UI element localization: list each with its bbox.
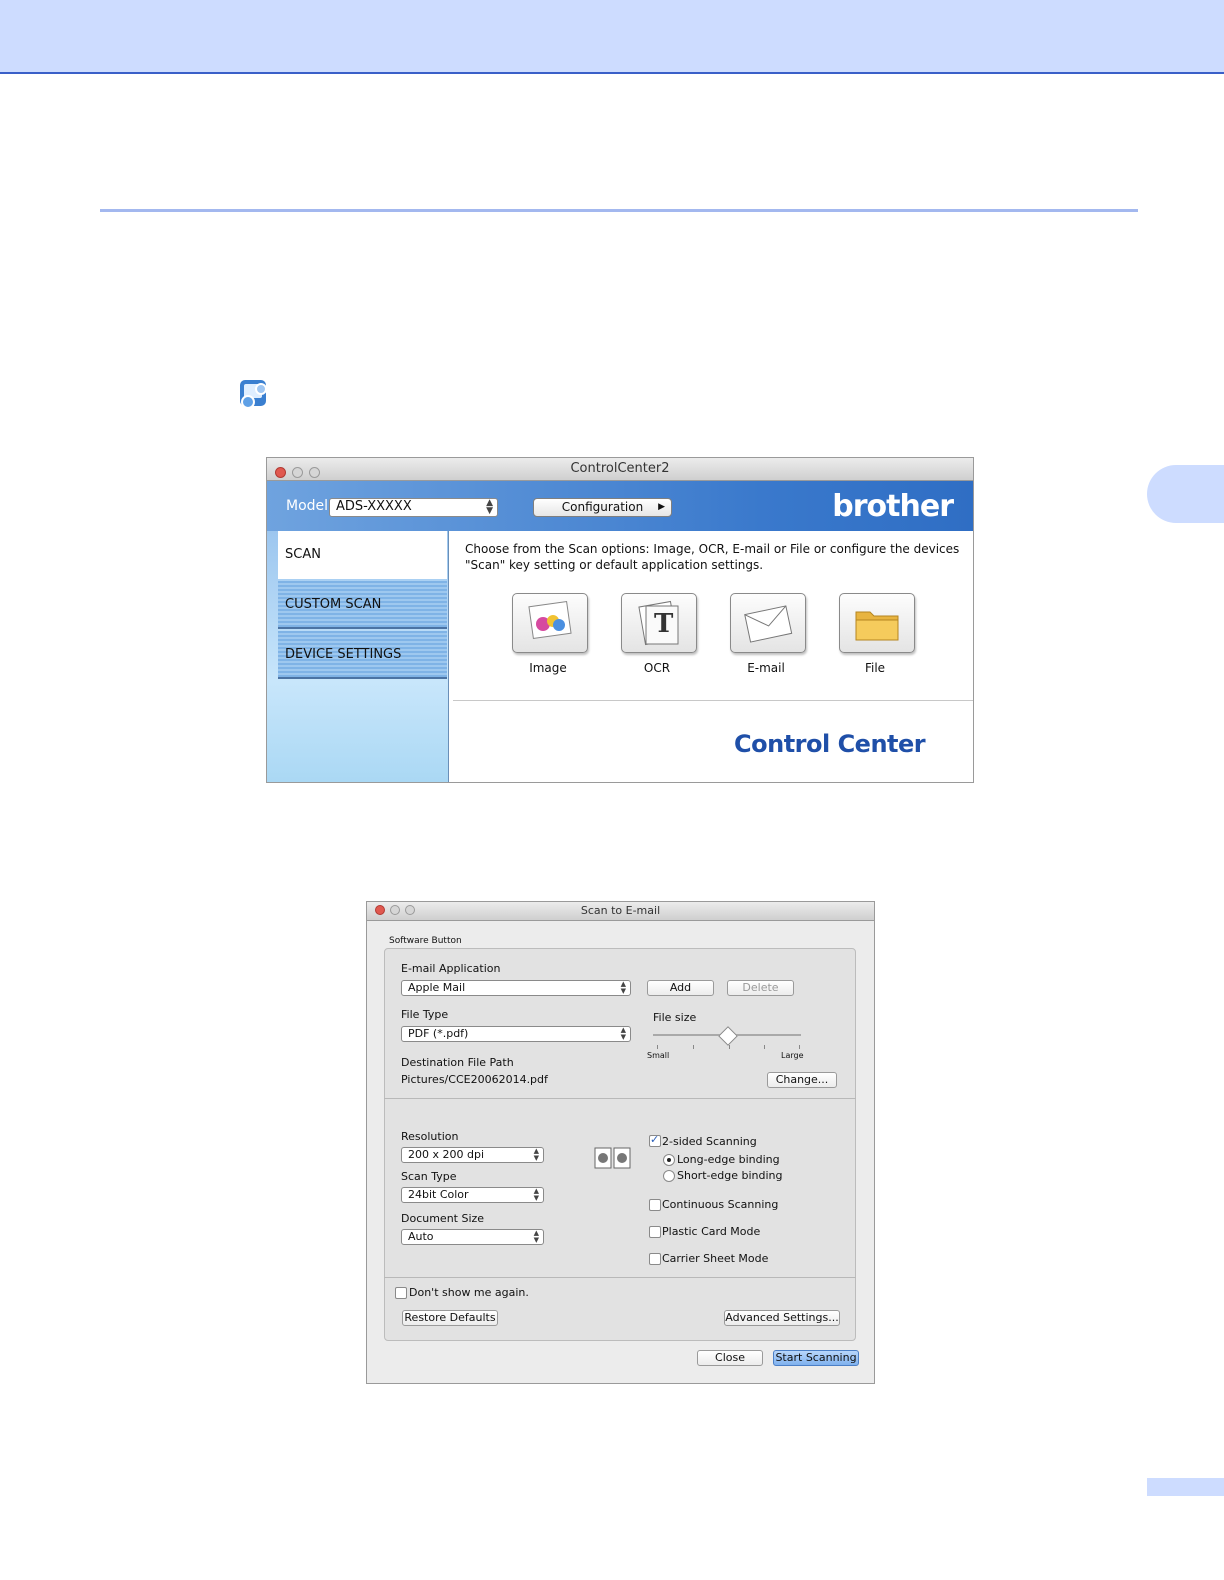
software-button-group xyxy=(384,948,856,1341)
sidebar-item-device-settings[interactable]: DEVICE SETTINGS xyxy=(278,631,447,679)
scan-type-value: 24bit Color xyxy=(408,1188,469,1201)
continuous-scanning-label: Continuous Scanning xyxy=(662,1198,779,1211)
add-button[interactable]: Add xyxy=(647,980,714,996)
file-size-max-label: Large xyxy=(781,1051,804,1060)
file-type-value: PDF (*.pdf) xyxy=(408,1027,469,1040)
file-type-select[interactable]: PDF (*.pdf) ▲ ▼ xyxy=(401,1026,631,1042)
image-scan-button[interactable] xyxy=(512,593,588,653)
slider-tick xyxy=(693,1045,694,1049)
updown-arrows-icon: ▲ ▼ xyxy=(620,1026,626,1041)
duplex-scan-icon xyxy=(594,1147,631,1169)
toolbar: Model ADS-XXXXX ▲ ▼ Configuration ▶ broth… xyxy=(267,481,973,531)
page-header-band xyxy=(0,0,1224,74)
ocr-label: OCR xyxy=(643,661,671,675)
updown-arrows-icon: ▲ ▼ xyxy=(533,1187,539,1202)
plastic-card-checkbox[interactable] xyxy=(649,1226,661,1238)
file-type-label: File Type xyxy=(401,1008,449,1021)
email-application-label: E-mail Application xyxy=(401,962,501,975)
email-application-select[interactable]: Apple Mail ▲ ▼ xyxy=(401,980,631,996)
resolution-select[interactable]: 200 x 200 dpi ▲ ▼ xyxy=(401,1147,544,1163)
two-sided-checkbox[interactable] xyxy=(649,1133,661,1147)
email-application-value: Apple Mail xyxy=(408,981,466,994)
sidebar-item-custom-scan[interactable]: CUSTOM SCAN xyxy=(278,581,447,629)
long-edge-radio[interactable] xyxy=(663,1154,675,1166)
destination-label: Destination File Path xyxy=(401,1056,514,1069)
resolution-label: Resolution xyxy=(401,1130,459,1143)
long-edge-label: Long-edge binding xyxy=(677,1153,780,1166)
controlcenter-app-icon xyxy=(240,380,267,409)
control-center-logo: Control Center xyxy=(734,730,926,758)
dialog-title: Scan to E-mail xyxy=(580,904,661,917)
carrier-sheet-label: Carrier Sheet Mode xyxy=(662,1252,769,1265)
ocr-scan-button[interactable]: T xyxy=(621,593,697,653)
document-size-value: Auto xyxy=(408,1230,434,1243)
updown-arrows-icon: ▲ ▼ xyxy=(620,980,626,995)
two-sided-label: 2-sided Scanning xyxy=(662,1135,757,1148)
plastic-card-label: Plastic Card Mode xyxy=(662,1225,761,1238)
image-label: Image xyxy=(529,661,567,675)
slider-tick xyxy=(657,1045,658,1049)
updown-arrows-icon: ▲ ▼ xyxy=(486,498,493,516)
document-size-select[interactable]: Auto ▲ ▼ xyxy=(401,1229,544,1245)
delete-button[interactable]: Delete xyxy=(727,980,794,996)
window-title: ControlCenter2 xyxy=(570,461,670,476)
destination-value: Pictures/CCE20062014.pdf xyxy=(401,1073,548,1086)
updown-arrows-icon: ▲ ▼ xyxy=(533,1229,539,1244)
controlcenter-window: ControlCenter2 Model ADS-XXXXX ▲ ▼ Config… xyxy=(266,457,974,783)
window-titlebar: ControlCenter2 xyxy=(267,458,973,481)
file-label: File xyxy=(864,661,886,675)
carrier-sheet-checkbox[interactable] xyxy=(649,1253,661,1265)
scan-to-email-dialog: Scan to E-mail Software Button E-mail Ap… xyxy=(366,901,875,1384)
scan-type-label: Scan Type xyxy=(401,1170,457,1183)
brother-logo: brother xyxy=(832,489,954,524)
svg-text:T: T xyxy=(654,609,674,639)
updown-arrows-icon: ▲ ▼ xyxy=(533,1147,539,1162)
scan-description: Choose from the Scan options: Image, OCR… xyxy=(465,542,960,572)
start-scanning-button[interactable]: Start Scanning xyxy=(773,1350,859,1366)
folder-scan-icon xyxy=(855,611,899,641)
email-scan-icon xyxy=(744,605,793,643)
model-label: Model xyxy=(286,498,329,514)
slider-tick xyxy=(764,1045,765,1049)
short-edge-radio[interactable] xyxy=(663,1170,675,1182)
document-size-label: Document Size xyxy=(401,1212,485,1225)
sidebar: SCAN CUSTOM SCAN DEVICE SETTINGS xyxy=(267,531,449,782)
scan-type-select[interactable]: 24bit Color ▲ ▼ xyxy=(401,1187,544,1203)
advanced-settings-button[interactable]: Advanced Settings... xyxy=(724,1310,840,1326)
file-size-label: File size xyxy=(653,1011,697,1024)
model-select[interactable]: ADS-XXXXX ▲ ▼ xyxy=(329,498,498,517)
resolution-value: 200 x 200 dpi xyxy=(408,1148,485,1161)
sidebar-item-scan[interactable]: SCAN xyxy=(278,531,447,579)
continuous-scanning-checkbox[interactable] xyxy=(649,1199,661,1211)
triangle-right-icon: ▶ xyxy=(658,502,665,512)
ocr-scan-icon: T xyxy=(638,600,679,646)
chapter-tab xyxy=(1147,465,1224,523)
section-rule xyxy=(100,209,1138,212)
slider-tick xyxy=(799,1045,800,1049)
file-size-min-label: Small xyxy=(647,1051,670,1060)
content-divider xyxy=(453,700,973,701)
image-scan-icon xyxy=(528,600,572,640)
section-separator xyxy=(384,1277,856,1278)
dont-show-checkbox[interactable] xyxy=(395,1287,407,1299)
model-select-value: ADS-XXXXX xyxy=(336,499,412,514)
dont-show-label: Don't show me again. xyxy=(409,1286,529,1299)
close-button[interactable]: Close xyxy=(697,1350,763,1366)
restore-defaults-button[interactable]: Restore Defaults xyxy=(402,1310,498,1326)
email-label: E-mail xyxy=(747,661,785,675)
slider-tick xyxy=(729,1045,730,1049)
group-label: Software Button xyxy=(389,936,462,946)
section-separator xyxy=(384,1098,856,1099)
file-scan-button[interactable] xyxy=(839,593,915,653)
email-scan-button[interactable] xyxy=(730,593,806,653)
dialog-titlebar: Scan to E-mail xyxy=(367,902,874,921)
configuration-button[interactable]: Configuration ▶ xyxy=(533,498,672,517)
page-number-tab xyxy=(1147,1478,1224,1496)
short-edge-label: Short-edge binding xyxy=(677,1169,783,1182)
configuration-label: Configuration xyxy=(561,500,644,514)
change-button[interactable]: Change... xyxy=(767,1072,837,1088)
